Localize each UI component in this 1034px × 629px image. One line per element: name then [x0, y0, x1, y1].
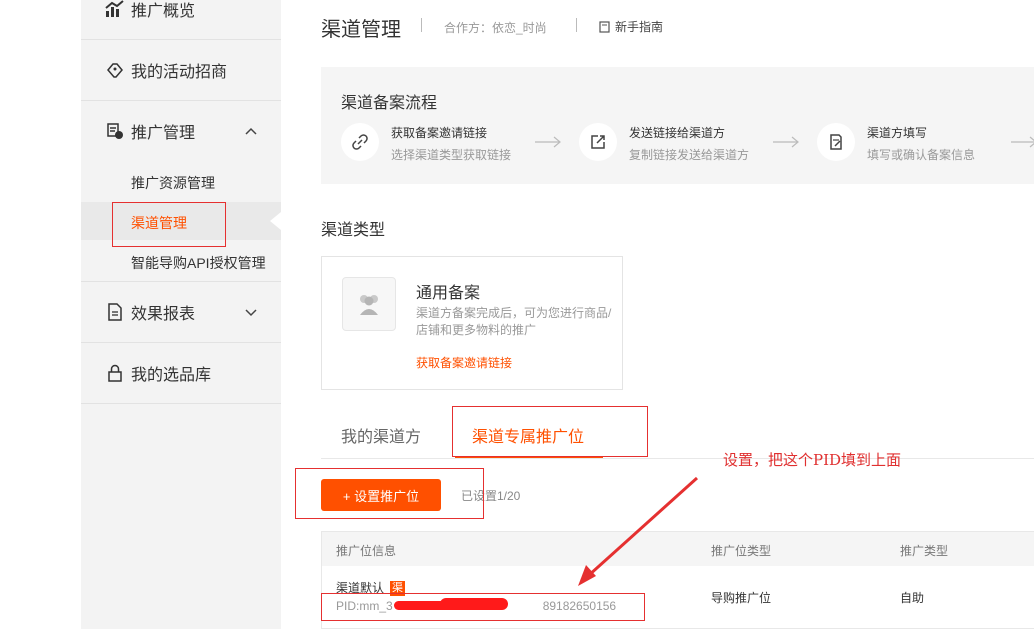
sidebar-item-selection-library[interactable]: 我的选品库	[81, 353, 281, 393]
sidebar-subitem-api-auth[interactable]: 智能导购API授权管理	[131, 253, 266, 273]
column-header: 推广类型	[900, 544, 949, 558]
annotation-note: 设置，把这个PID填到上面	[723, 451, 902, 469]
general-filing-card[interactable]: 通用备案 渠道方备案完成后，可为您进行商品/店铺和更多物料的推广 获取备案邀请链…	[321, 256, 623, 390]
sidebar-item-label: 推广管理	[131, 125, 196, 142]
guide-link[interactable]: 新手指南	[599, 18, 663, 35]
left-gutter	[0, 0, 81, 629]
chevron-up-icon[interactable]	[243, 123, 259, 139]
annotation-box-sidebar	[112, 202, 226, 247]
sidebar-group-activity: 我的活动招商	[81, 40, 281, 101]
sidebar-item-reports[interactable]: 效果报表	[81, 292, 281, 332]
tab-my-channels[interactable]: 我的渠道方	[341, 423, 421, 447]
column-header: 推广位类型	[711, 544, 772, 558]
sidebar-item-activity[interactable]: 我的活动招商	[81, 50, 281, 90]
sidebar-group-selection: 我的选品库	[81, 343, 281, 404]
channel-flow-panel: 渠道备案流程 获取备案邀请链接 选择渠道类型获取链接 发送链接给渠道方 复制链接…	[321, 67, 1034, 184]
flow-step-title: 渠道方填写	[867, 126, 928, 140]
flow-step: 渠道方填写 填写或确认备案信息	[817, 123, 975, 163]
flow-title: 渠道备案流程	[341, 95, 438, 112]
arrow-right-icon	[773, 136, 799, 148]
column-header: 推广位信息	[336, 544, 397, 558]
book-icon	[599, 20, 610, 33]
annotation-box-pid	[321, 593, 645, 621]
flow-step-desc: 选择渠道类型获取链接	[391, 148, 512, 162]
link-icon	[341, 123, 379, 161]
sidebar-item-label: 效果报表	[131, 306, 196, 323]
flow-step: 发送链接给渠道方 复制链接发送给渠道方	[579, 123, 749, 163]
sidebar-group-promo: 推广管理 推广资源管理 渠道管理 智能导购API授权管理	[81, 101, 281, 282]
table-header: 推广位信息 推广位类型 推广类型	[322, 532, 1034, 566]
flow-step: 获取备案邀请链接 选择渠道类型获取链接	[341, 123, 511, 163]
partner-label: 合作方：依恋_时尚	[444, 21, 547, 35]
sidebar-item-label: 我的选品库	[131, 367, 212, 384]
divider	[421, 18, 422, 32]
annotation-box-button	[295, 468, 484, 519]
sidebar-item-label: 我的活动招商	[131, 64, 228, 81]
lock-icon	[105, 363, 125, 383]
sidebar-item-label: 推广概览	[131, 3, 196, 20]
arrow-right-icon	[1011, 136, 1034, 148]
document-icon	[105, 302, 125, 322]
active-indicator-notch	[270, 212, 281, 230]
page-title: 渠道管理	[321, 19, 401, 41]
card-description: 渠道方备案完成后，可为您进行商品/店铺和更多物料的推广	[416, 306, 612, 337]
sidebar-subitem-resources[interactable]: 推广资源管理	[131, 173, 215, 193]
sidebar-item-promo-management[interactable]: 推广管理	[81, 111, 281, 151]
card-title: 通用备案	[416, 285, 481, 302]
share-icon	[579, 123, 617, 161]
divider	[576, 18, 577, 32]
handshake-icon	[105, 60, 125, 80]
sidebar-group-reports: 效果报表	[81, 282, 281, 343]
coin-icon	[105, 121, 125, 141]
get-invite-link[interactable]: 获取备案邀请链接	[416, 354, 512, 371]
tab-divider	[321, 458, 1034, 459]
chart-icon	[105, 0, 125, 19]
channel-type-label: 渠道类型	[321, 222, 386, 239]
edit-doc-icon	[817, 123, 855, 161]
sidebar: 推广概览 我的活动招商 推广管理 推广资源管理 渠道管理 智能导购API授权管理	[81, 0, 281, 629]
promo-type-cell: 自助	[900, 591, 925, 605]
flow-step-desc: 复制链接发送给渠道方	[629, 148, 750, 162]
sidebar-item-overview[interactable]: 推广概览	[81, 0, 281, 29]
annotation-box-tab	[452, 406, 648, 457]
slot-type-cell: 导购推广位	[711, 591, 772, 605]
sidebar-group-overview: 推广概览	[81, 0, 281, 40]
chevron-down-icon[interactable]	[243, 304, 259, 320]
guide-label: 新手指南	[615, 20, 664, 34]
flow-step-title: 发送链接给渠道方	[629, 126, 726, 140]
arrow-right-icon	[535, 136, 561, 148]
flow-step-desc: 填写或确认备案信息	[867, 148, 976, 162]
users-icon	[342, 277, 396, 331]
flow-step-title: 获取备案邀请链接	[391, 126, 488, 140]
